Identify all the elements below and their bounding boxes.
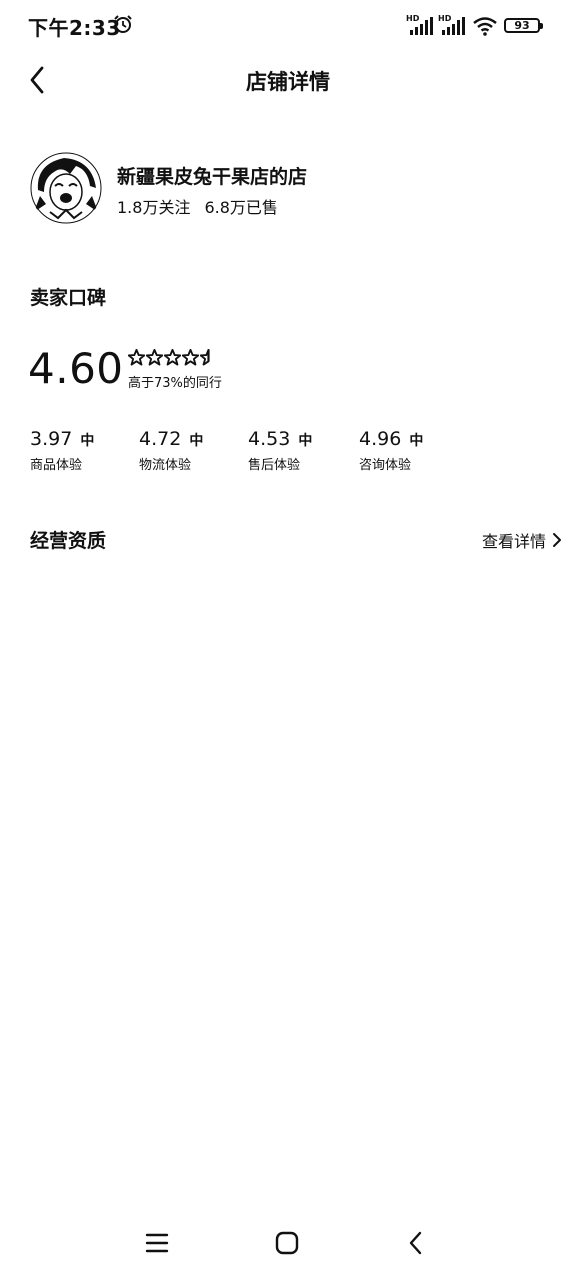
system-nav-bar (0, 1208, 576, 1280)
reputation-title: 卖家口碑 (30, 287, 107, 309)
view-details-link[interactable]: 查看详情 (482, 528, 562, 552)
metric-after-sales: 4.53 中 售后体验 (248, 428, 348, 478)
alarm-icon (114, 15, 132, 33)
shop-info[interactable]: 新疆果皮兔干果店的店 1.8万关注 6.8万已售 (30, 152, 550, 232)
signal-icon: HD (406, 14, 434, 36)
star-icon (182, 349, 199, 366)
metric-label: 售后体验 (248, 458, 301, 473)
sold-count: 6.8万已售 (204, 198, 278, 217)
metric-label: 咨询体验 (359, 458, 412, 473)
metric-label: 物流体验 (139, 458, 192, 473)
rating-score: 4.60 (28, 344, 124, 393)
metric-level: 中 (189, 433, 204, 449)
wifi-icon (473, 17, 497, 36)
home-icon[interactable] (272, 1228, 302, 1258)
half-star-icon (200, 349, 210, 366)
rating-compare: 高于73%的同行 (128, 376, 222, 391)
shop-stats: 1.8万关注 6.8万已售 (117, 194, 278, 218)
metric-value: 4.53 (248, 428, 291, 450)
back-icon[interactable] (402, 1228, 432, 1258)
rating-stars (128, 349, 217, 369)
metric-consult: 4.96 中 咨询体验 (359, 428, 459, 478)
battery-icon: 93 (504, 18, 543, 33)
metric-level: 中 (80, 433, 95, 449)
metric-value: 4.96 (359, 428, 402, 450)
status-bar: 下午2:33 HD HD 93 (0, 0, 576, 52)
page-title: 店铺详情 (246, 70, 330, 94)
star-icon (164, 349, 181, 366)
status-time: 下午2:33 (28, 16, 121, 40)
followers-count: 1.8万关注 (117, 198, 191, 217)
signal-icon: HD (438, 14, 466, 36)
metric-label: 商品体验 (30, 458, 83, 473)
qualification-row: 经营资质 查看详情 (30, 526, 562, 556)
chevron-right-icon (553, 533, 561, 547)
metric-logistics: 4.72 中 物流体验 (139, 428, 239, 478)
menu-icon[interactable] (142, 1228, 172, 1258)
shop-name: 新疆果皮兔干果店的店 (117, 166, 308, 188)
metric-value: 4.72 (139, 428, 182, 450)
metric-level: 中 (298, 433, 313, 449)
view-details-label: 查看详情 (481, 532, 546, 551)
header: 店铺详情 (0, 52, 576, 108)
avatar[interactable] (30, 152, 102, 224)
star-icon (146, 349, 163, 366)
metric-level: 中 (409, 433, 424, 449)
metric-value: 3.97 (30, 428, 73, 450)
metric-product: 3.97 中 商品体验 (30, 428, 130, 478)
star-icon (128, 349, 145, 366)
qualification-title: 经营资质 (30, 530, 107, 552)
